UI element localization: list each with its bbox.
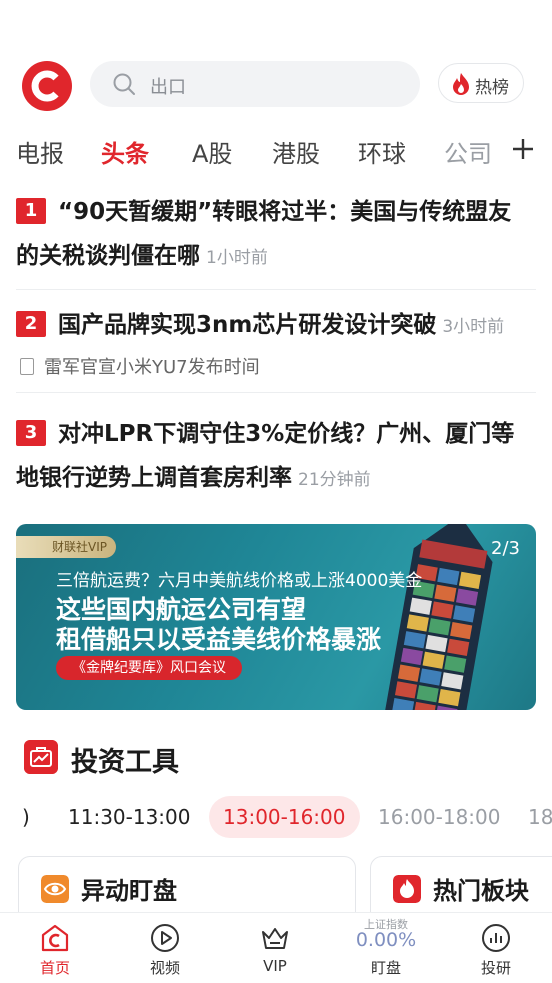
news-title-text: 的关税谈判僵在哪 <box>16 243 200 269</box>
news-title-text: 地银行逆势上调首套房利率 <box>16 465 292 491</box>
hot-list-label: 热榜 <box>475 78 509 98</box>
promo-banner[interactable]: 财联社VIP 2/3 三倍航运费？六月中美航线价格或上涨4000美金 这些国内航… <box>16 524 536 710</box>
nav-video-label: 视频 <box>149 959 180 977</box>
nav-home[interactable]: 首页 <box>0 913 110 983</box>
nav-vip-label: VIP <box>263 957 287 975</box>
news-title-text: “90天暂缓期”转眼将过半：美国与传统盟友 <box>58 199 512 225</box>
document-icon <box>20 358 34 375</box>
hot-list-button[interactable]: 热榜 <box>438 63 524 103</box>
news-sub-link[interactable]: 雷军官宣小米YU7发布时间 <box>20 353 260 379</box>
channel-tabs: 电报 头条 A股 港股 环球 公司 <box>0 134 552 174</box>
rank-badge: 3 <box>16 420 46 446</box>
tab-company[interactable]: 公司 <box>444 134 492 169</box>
divider <box>16 392 536 393</box>
bottom-nav: 首页 视频 VIP 上证指数 0.00% 盯盘 投研 <box>0 912 552 983</box>
banner-pager: 2/3 <box>491 538 520 559</box>
index-value: 0.00% <box>355 929 417 951</box>
search-placeholder: 出口 <box>150 77 186 98</box>
nav-research[interactable]: 投研 <box>441 913 551 983</box>
fire-icon <box>393 875 421 903</box>
news-title-1-line1: 1 “90天暂缓期”转眼将过半：美国与传统盟友 <box>16 190 536 234</box>
banner-subtitle: 三倍航运费？六月中美航线价格或上涨4000美金 <box>56 571 423 591</box>
nav-home-label: 首页 <box>39 959 70 977</box>
tab-hk-stocks[interactable]: 港股 <box>272 134 320 169</box>
news-time: 3小时前 <box>442 317 505 337</box>
home-icon <box>41 924 69 952</box>
news-title-3-line2: 地银行逆势上调首套房利率 21分钟前 <box>16 456 536 502</box>
news-title-3-line1: 3 对冲LPR下调守住3%定价线？广州、厦门等 <box>16 412 536 456</box>
vip-tag: 财联社VIP <box>16 536 116 558</box>
divider <box>16 289 536 290</box>
fire-icon <box>453 73 469 95</box>
time-option-active[interactable]: 13:00-16:00 <box>209 796 360 838</box>
tools-title-text: 投资工具 <box>71 747 179 778</box>
search-bar[interactable]: 出口 <box>90 61 420 107</box>
add-tab-icon[interactable] <box>512 138 534 160</box>
tab-telegraph[interactable]: 电报 <box>16 134 64 169</box>
rank-badge: 1 <box>16 198 46 224</box>
time-option-partial[interactable]: 18 <box>528 796 552 838</box>
cls-logo-icon[interactable] <box>22 61 72 111</box>
chart-circle-icon <box>482 924 510 952</box>
news-title-2-line1: 2 国产品牌实现3nm芯片研发设计突破 3小时前 <box>16 303 536 349</box>
time-option[interactable]: 11:30-13:00 <box>68 796 191 838</box>
news-title-1-line2: 的关税谈判僵在哪 1小时前 <box>16 234 536 280</box>
crown-icon <box>262 928 288 949</box>
play-icon <box>151 924 179 952</box>
banner-pill: 《金牌纪要库》风口会议 <box>56 656 242 680</box>
news-time: 21分钟前 <box>298 470 371 490</box>
nav-research-label: 投研 <box>480 959 511 977</box>
tab-headlines[interactable]: 头条 <box>101 134 149 169</box>
eye-icon <box>41 875 69 903</box>
tab-a-shares[interactable]: A股 <box>192 134 232 169</box>
time-range-selector: ) 11:30-13:00 13:00-16:00 16:00-18:00 18 <box>0 796 552 838</box>
tab-global[interactable]: 环球 <box>358 134 406 169</box>
card-label: 异动盯盘 <box>81 877 177 905</box>
search-icon <box>113 73 135 95</box>
nav-video[interactable]: 视频 <box>110 913 220 983</box>
top-header: 出口 热榜 <box>0 58 552 114</box>
banner-headline-2: 租借船只以受益美线价格暴涨 <box>56 625 382 654</box>
nav-watch-label: 盯盘 <box>370 959 401 977</box>
nav-watch[interactable]: 上证指数 0.00% 盯盘 <box>331 913 441 983</box>
news-item-3[interactable]: 3 对冲LPR下调守住3%定价线？广州、厦门等 地银行逆势上调首套房利率 21分钟前 <box>16 412 536 502</box>
card-label: 热门板块 <box>433 877 529 905</box>
time-prev-partial[interactable]: ) <box>22 796 30 838</box>
news-time: 1小时前 <box>206 248 268 268</box>
briefcase-chart-icon <box>24 740 58 774</box>
rank-badge: 2 <box>16 311 46 337</box>
news-sub-text: 雷军官宣小米YU7发布时间 <box>44 357 260 378</box>
time-option[interactable]: 16:00-18:00 <box>378 796 501 838</box>
news-item-1[interactable]: 1 “90天暂缓期”转眼将过半：美国与传统盟友 的关税谈判僵在哪 1小时前 <box>16 190 536 280</box>
news-title-text: 国产品牌实现3nm芯片研发设计突破 <box>58 312 437 338</box>
nav-vip[interactable]: VIP <box>220 913 330 983</box>
news-item-2[interactable]: 2 国产品牌实现3nm芯片研发设计突破 3小时前 <box>16 303 536 349</box>
news-title-text: 对冲LPR下调守住3%定价线？广州、厦门等 <box>58 421 515 447</box>
